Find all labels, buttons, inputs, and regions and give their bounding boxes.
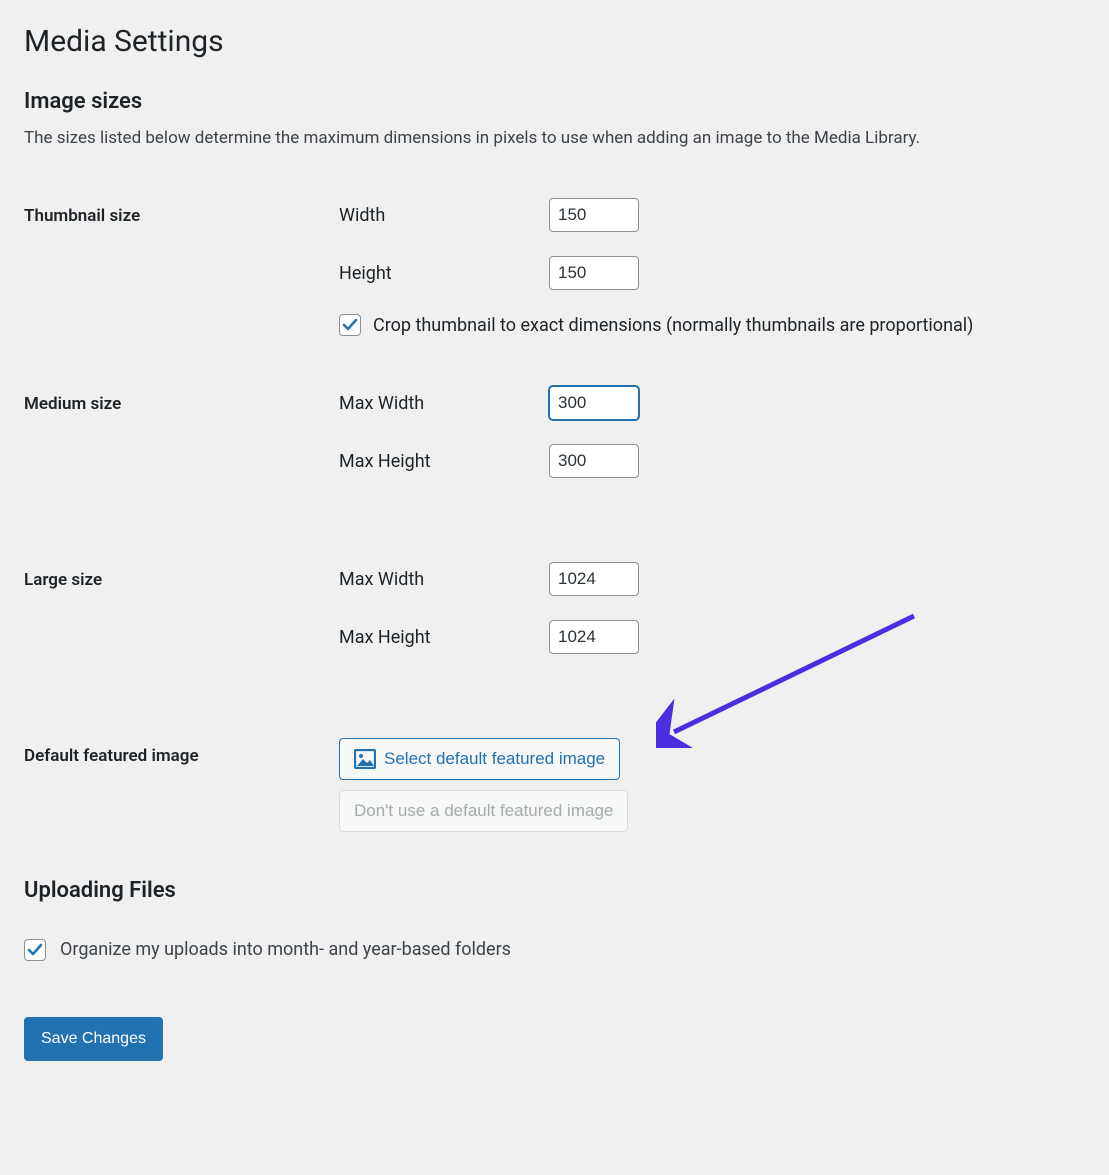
thumbnail-height-input[interactable] — [549, 256, 639, 290]
uploading-files-heading: Uploading Files — [24, 878, 1085, 903]
image-sizes-heading: Image sizes — [24, 89, 1085, 114]
crop-thumbnail-label: Crop thumbnail to exact dimensions (norm… — [373, 315, 973, 336]
large-max-width-input[interactable] — [549, 562, 639, 596]
thumbnail-width-label: Width — [339, 205, 549, 226]
organize-uploads-checkbox[interactable] — [24, 939, 46, 961]
thumbnail-size-label: Thumbnail size — [24, 188, 339, 376]
medium-max-width-label: Max Width — [339, 393, 549, 414]
thumbnail-height-label: Height — [339, 263, 549, 284]
settings-table: Thumbnail size Width Height Crop thumbna… — [24, 188, 1085, 842]
medium-max-width-input[interactable] — [549, 386, 639, 420]
large-size-label: Large size — [24, 552, 339, 728]
organize-uploads-label: Organize my uploads into month- and year… — [60, 939, 511, 960]
image-icon — [354, 749, 376, 769]
checkmark-icon — [27, 942, 43, 958]
medium-max-height-input[interactable] — [549, 444, 639, 478]
crop-thumbnail-checkbox[interactable] — [339, 314, 361, 336]
checkmark-icon — [342, 317, 358, 333]
select-default-featured-label: Select default featured image — [384, 747, 605, 771]
remove-default-featured-label: Don't use a default featured image — [354, 799, 613, 823]
large-max-height-input[interactable] — [549, 620, 639, 654]
page-title: Media Settings — [24, 24, 1085, 59]
medium-size-label: Medium size — [24, 376, 339, 552]
image-sizes-intro: The sizes listed below determine the max… — [24, 128, 1085, 148]
large-max-height-label: Max Height — [339, 627, 549, 648]
select-default-featured-button[interactable]: Select default featured image — [339, 738, 620, 780]
default-featured-label: Default featured image — [24, 728, 339, 842]
medium-max-height-label: Max Height — [339, 451, 549, 472]
remove-default-featured-button[interactable]: Don't use a default featured image — [339, 790, 628, 832]
thumbnail-width-input[interactable] — [549, 198, 639, 232]
save-changes-button[interactable]: Save Changes — [24, 1017, 163, 1061]
large-max-width-label: Max Width — [339, 569, 549, 590]
save-changes-label: Save Changes — [41, 1028, 146, 1050]
